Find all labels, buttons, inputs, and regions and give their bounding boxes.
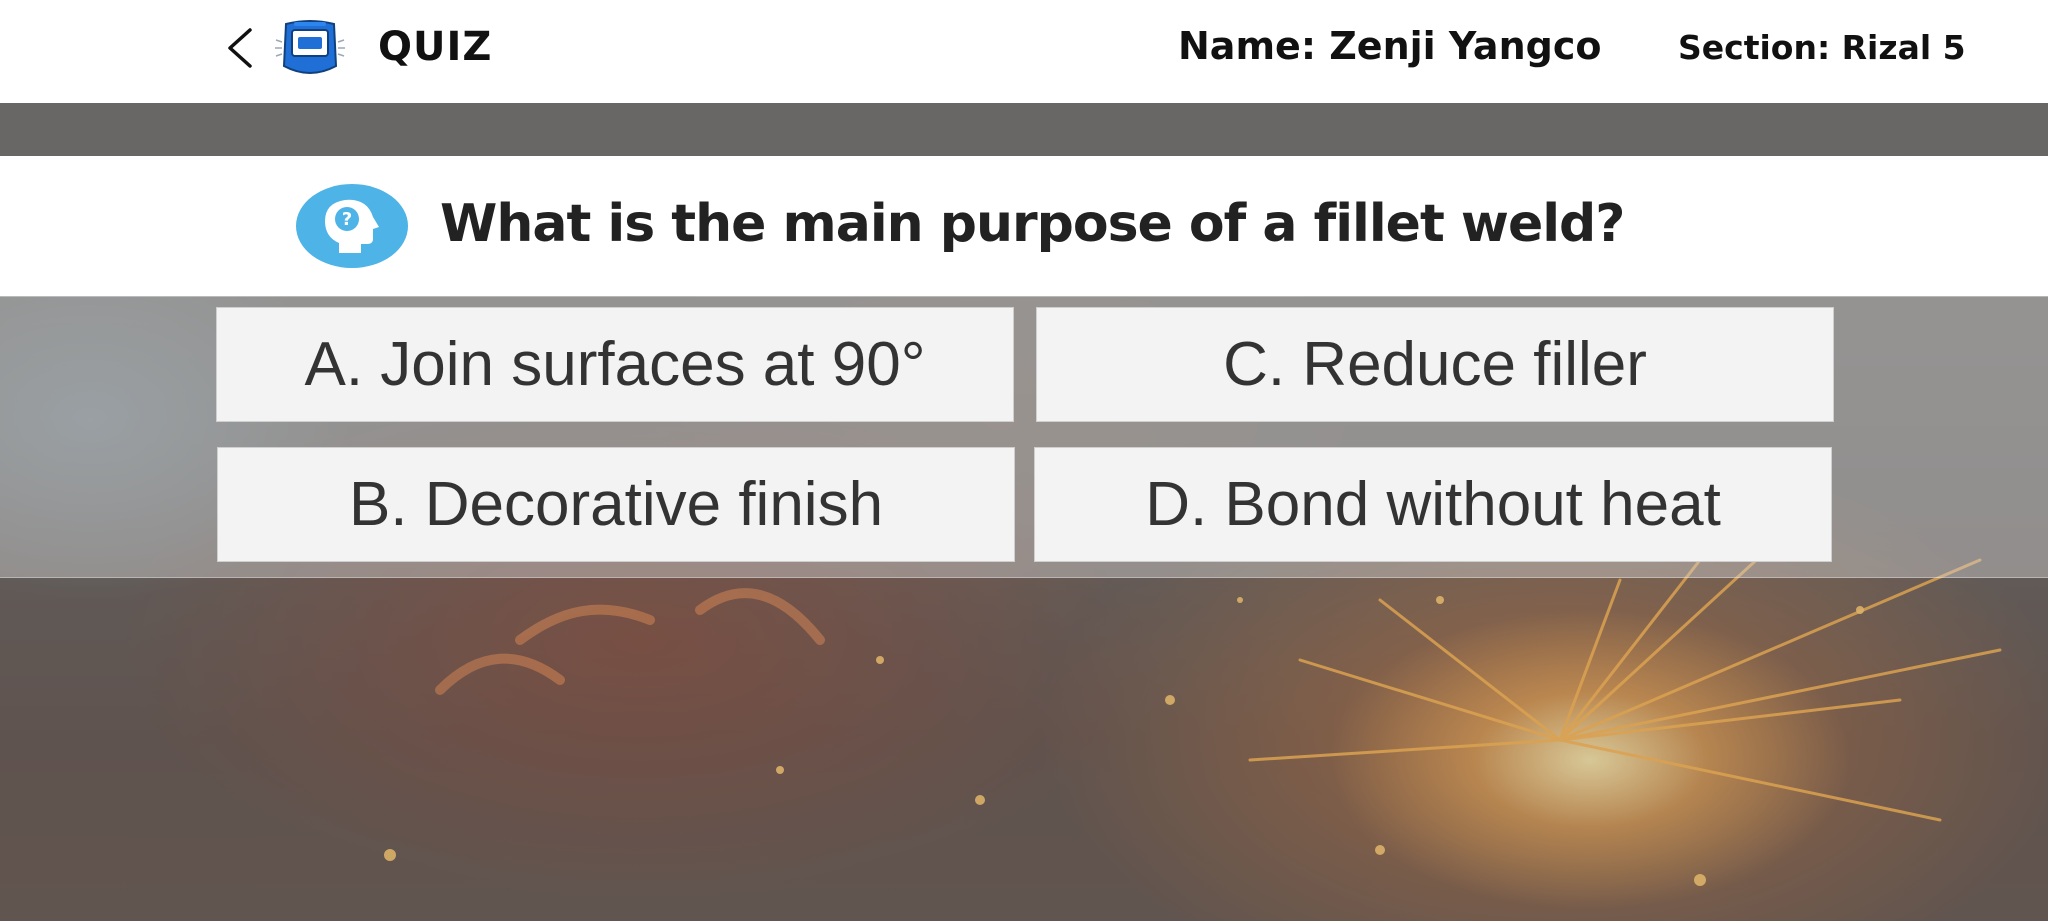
- welding-helmet-icon: [270, 16, 350, 80]
- student-name: Name: Zenji Yangco: [1178, 24, 1602, 68]
- page-title: QUIZ: [378, 24, 493, 70]
- answer-option-c[interactable]: C. Reduce filler: [1036, 307, 1834, 422]
- chevron-left-icon: [228, 28, 252, 68]
- back-button[interactable]: [222, 22, 258, 74]
- answer-option-a[interactable]: A. Join surfaces at 90°: [216, 307, 1014, 422]
- question-text: What is the main purpose of a fillet wel…: [440, 194, 1625, 254]
- student-section: Section: Rizal 5: [1678, 28, 1966, 67]
- svg-text:?: ?: [342, 209, 352, 230]
- answer-option-d[interactable]: D. Bond without heat: [1034, 447, 1832, 562]
- head-question-icon: ?: [295, 183, 409, 269]
- answer-option-b[interactable]: B. Decorative finish: [217, 447, 1015, 562]
